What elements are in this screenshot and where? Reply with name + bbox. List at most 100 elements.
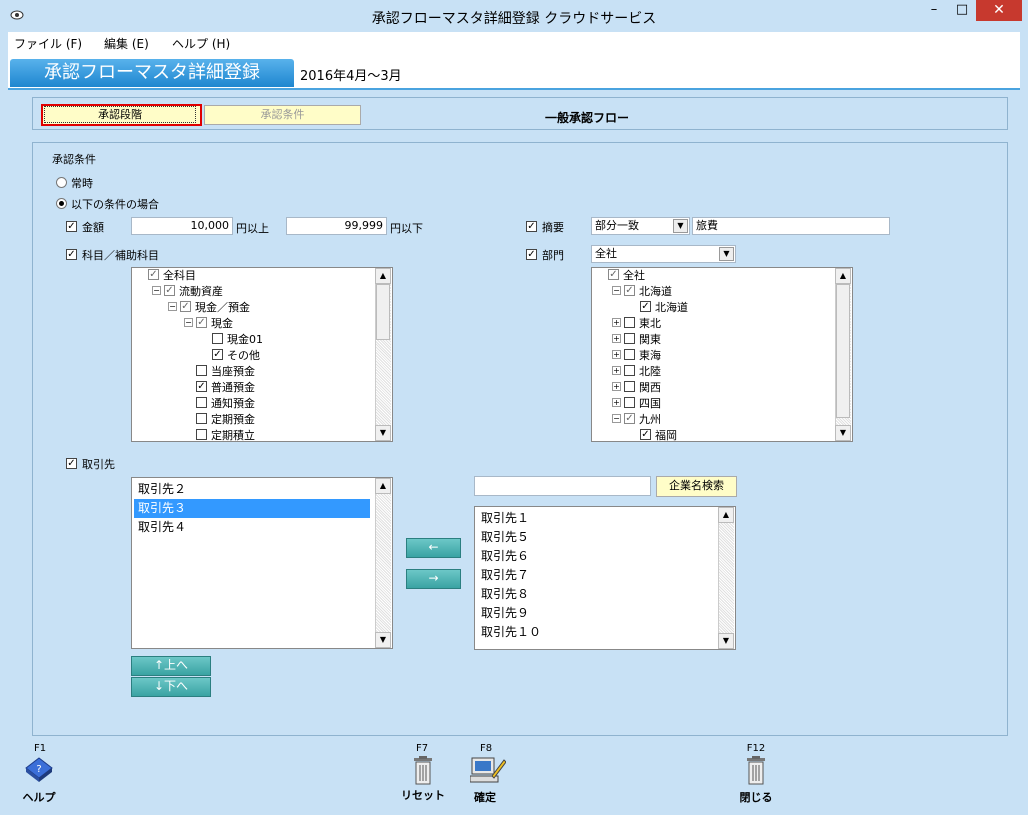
list-item[interactable]: 取引先８ [477,585,713,604]
tree-node-checkbox[interactable] [212,333,223,344]
tree-node[interactable]: ✓ 北海道 [592,298,832,314]
collapse-icon[interactable]: − [152,286,161,295]
dept-dropdown-icon[interactable]: ▼ [719,247,734,261]
confirm-label[interactable]: 確定 [460,789,510,805]
tree-node-checkbox[interactable] [624,397,635,408]
tree-node-checkbox[interactable]: ✓ [148,269,159,280]
tree-node[interactable]: 定期積立 [132,426,372,441]
account-checkbox[interactable]: ✓ [66,249,77,260]
tree-node-checkbox[interactable] [196,429,207,440]
tree-node[interactable]: + 四国 [592,394,832,410]
tree-node-checkbox[interactable] [624,317,635,328]
summary-match-dropdown-icon[interactable]: ▼ [673,219,688,233]
move-up-button[interactable]: ↑上へ [131,656,211,676]
collapse-icon[interactable]: − [612,286,621,295]
tree-node[interactable]: − ✓ 流動資産 [132,282,372,298]
summary-checkbox[interactable]: ✓ [526,221,537,232]
tree-node[interactable]: ✓ 普通預金 [132,378,372,394]
move-down-button[interactable]: ↓下へ [131,677,211,697]
tree-node-checkbox[interactable] [624,381,635,392]
list-item[interactable]: 取引先２ [134,480,370,499]
move-right-button[interactable]: → [406,569,461,589]
menu-file[interactable]: ファイル (F) [14,35,82,52]
tree-node-checkbox[interactable]: ✓ [196,317,207,328]
expand-icon[interactable]: + [612,398,621,407]
menu-help[interactable]: ヘルプ (H) [172,35,230,52]
expand-icon[interactable]: + [612,350,621,359]
minimize-button[interactable]: – [920,0,948,21]
tree-node[interactable]: 当座預金 [132,362,372,378]
company-search-button[interactable]: 企業名検索 [656,476,737,497]
account-tree[interactable]: ✓ 全科目 − ✓ 流動資産 − ✓ 現金／預金 − ✓ 現金 現金01 ✓ その他 当座預金 ✓ 普通預金 通知… [131,267,393,442]
help-button[interactable]: ? [24,756,54,786]
list-item[interactable]: 取引先６ [477,547,713,566]
list-item[interactable]: 取引先３ [134,499,370,518]
collapse-icon[interactable]: − [184,318,193,327]
maximize-button[interactable]: □ [948,0,976,21]
dept-tree-scroll-thumb[interactable] [836,284,850,418]
account-tree-scroll-up[interactable]: ▲ [375,268,391,284]
tree-node[interactable]: + 東海 [592,346,832,362]
tree-node[interactable]: ✓ 全科目 [132,268,372,282]
tree-node-checkbox[interactable]: ✓ [164,285,175,296]
tree-node[interactable]: + 東北 [592,314,832,330]
tree-node-checkbox[interactable]: ✓ [212,349,223,360]
tree-node-checkbox[interactable]: ✓ [640,429,651,440]
tree-node[interactable]: + 関東 [592,330,832,346]
summary-text-input[interactable]: 旅費 [692,217,890,235]
tree-node[interactable]: + 関西 [592,378,832,394]
tree-node-checkbox[interactable]: ✓ [624,285,635,296]
partner-left-scrollbar[interactable] [375,478,391,648]
list-item[interactable]: 取引先９ [477,604,713,623]
tree-node[interactable]: ✓ 全社 [592,268,832,282]
tree-node-checkbox[interactable]: ✓ [640,301,651,312]
partner-left-scroll-up[interactable]: ▲ [375,478,391,494]
expand-icon[interactable]: + [612,366,621,375]
partner-checkbox[interactable]: ✓ [66,458,77,469]
tree-node-checkbox[interactable] [196,397,207,408]
tree-node-checkbox[interactable]: ✓ [180,301,191,312]
tree-node[interactable]: + 北陸 [592,362,832,378]
tree-node[interactable]: 現金01 [132,330,372,346]
move-left-button[interactable]: ← [406,538,461,558]
tree-node[interactable]: ✓ 福岡 [592,426,832,441]
tree-node[interactable]: − ✓ 現金／預金 [132,298,372,314]
dept-tree[interactable]: ✓ 全社 − ✓ 北海道 ✓ 北海道 + 東北 + 関東 + 東海 + 北陸 + 関西 + 四国 − ✓ 九州 ✓ 福岡 [591,267,853,442]
tree-node-checkbox[interactable] [624,365,635,376]
partner-selected-list[interactable]: 取引先１ 取引先５ 取引先６ 取引先７ 取引先８ 取引先９ 取引先１０ [474,506,736,650]
dept-checkbox[interactable]: ✓ [526,249,537,260]
partner-left-scroll-down[interactable]: ▼ [375,632,391,648]
tab-approval-stage-label[interactable]: 承認段階 [44,106,196,123]
amount-min-input[interactable]: 10,000 [131,217,233,235]
company-search-input[interactable] [474,476,651,496]
account-tree-scroll-thumb[interactable] [376,284,390,340]
partner-right-scrollbar[interactable] [718,507,734,649]
radio-conditional[interactable] [56,198,67,209]
collapse-icon[interactable]: − [612,414,621,423]
close-button[interactable] [743,756,769,786]
list-item[interactable]: 取引先７ [477,566,713,585]
tree-node-checkbox[interactable]: ✓ [196,381,207,392]
close-window-button[interactable]: ✕ [976,0,1022,21]
collapse-icon[interactable]: − [168,302,177,311]
partner-available-list[interactable]: 取引先２ 取引先３ 取引先４ [131,477,393,649]
list-item[interactable]: 取引先１０ [477,623,713,642]
tree-node[interactable]: − ✓ 九州 [592,410,832,426]
dept-tree-scroll-down[interactable]: ▼ [835,425,851,441]
dept-tree-scroll-up[interactable]: ▲ [835,268,851,284]
list-item[interactable]: 取引先１ [477,509,713,528]
tab-approval-condition[interactable]: 承認条件 [204,105,361,125]
close-label[interactable]: 閉じる [731,789,781,805]
list-item[interactable]: 取引先４ [134,518,370,537]
confirm-button[interactable] [469,756,507,786]
menu-edit[interactable]: 編集 (E) [104,35,149,52]
dept-select[interactable]: 全社 [591,245,736,263]
account-tree-scroll-down[interactable]: ▼ [375,425,391,441]
partner-right-scroll-down[interactable]: ▼ [718,633,734,649]
tree-node-checkbox[interactable]: ✓ [608,269,619,280]
tree-node[interactable]: ✓ その他 [132,346,372,362]
amount-checkbox[interactable]: ✓ [66,221,77,232]
list-item[interactable]: 取引先５ [477,528,713,547]
radio-always[interactable] [56,177,67,188]
expand-icon[interactable]: + [612,318,621,327]
